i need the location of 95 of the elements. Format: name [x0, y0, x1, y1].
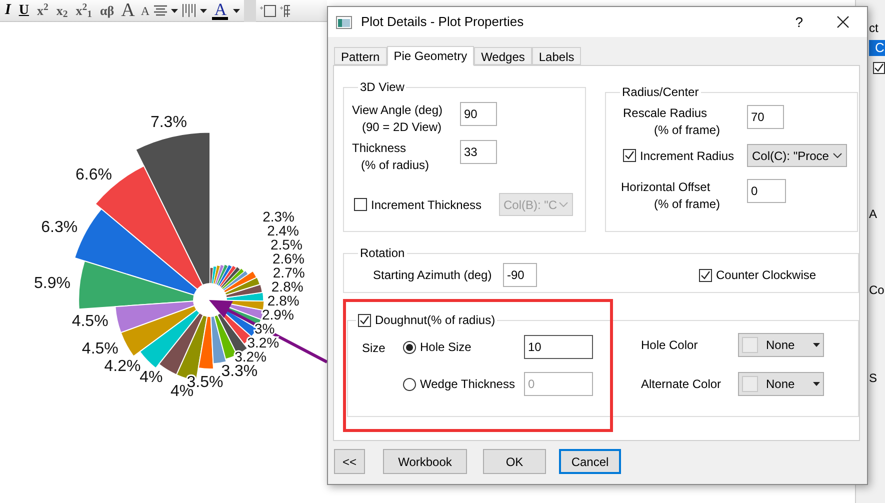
frame-icon[interactable]	[260, 4, 276, 18]
percent-label: 6.6%	[76, 166, 112, 184]
color-swatch	[742, 337, 758, 353]
checkbox-label: Counter Clockwise	[716, 267, 816, 284]
percent-label: 5.9%	[34, 274, 70, 292]
group-label: 3D View	[359, 79, 406, 96]
field-label: Starting Azimuth (deg)	[373, 267, 493, 284]
percent-label: 3.2%	[234, 348, 267, 365]
percent-label: 2.8%	[267, 292, 300, 309]
dialog-button[interactable]: Cancel	[559, 449, 621, 474]
input-field[interactable]: 10	[524, 335, 593, 359]
align-icon[interactable]	[154, 4, 168, 16]
field-label: View Angle (deg)	[352, 102, 444, 119]
panel-label: ct	[869, 22, 878, 34]
tab[interactable]: Labels	[532, 47, 582, 65]
grow-font-button[interactable]: A	[120, 1, 136, 20]
percent-label: 3.3%	[221, 363, 258, 380]
field-sublabel: (90 = 2D View)	[361, 119, 442, 136]
panel-label: Co	[869, 284, 884, 296]
group-label: Rotation	[359, 245, 406, 262]
field-label: Horizontal Offset	[621, 179, 712, 196]
app-icon	[336, 16, 352, 28]
percent-label: 4%	[140, 368, 163, 386]
percent-label: 2.7%	[272, 264, 305, 281]
panel-label: S	[869, 372, 878, 384]
window-title: Plot Details - Plot Properties	[361, 13, 524, 32]
percent-label: 4.5%	[82, 340, 118, 358]
dropdown-caret-icon[interactable]	[171, 8, 178, 12]
font-color-button[interactable]: A	[211, 2, 230, 20]
percent-label: 2.6%	[272, 250, 304, 267]
dialog-button[interactable]: <<	[334, 449, 365, 474]
input-field[interactable]: 0	[747, 179, 786, 203]
percent-label: 2.5%	[270, 236, 302, 253]
checkbox[interactable]	[354, 198, 367, 211]
percent-label: 4.2%	[104, 358, 141, 375]
chevron-down-icon	[833, 153, 842, 158]
radio-label: Wedge Thickness	[420, 376, 515, 393]
field-label: Alternate Color	[641, 376, 722, 393]
percent-label: 4.5%	[72, 312, 108, 330]
shrink-font-button[interactable]: A	[140, 4, 150, 16]
dialog-button[interactable]: OK	[483, 449, 546, 474]
tab[interactable]: Pie Geometry	[386, 46, 474, 66]
group-label: Radius/Center	[621, 84, 700, 101]
help-button[interactable]: ?	[795, 12, 803, 32]
radio-button[interactable]	[403, 340, 416, 354]
table-icon[interactable]	[280, 4, 290, 18]
field-sublabel: (% of frame)	[653, 122, 722, 139]
panel-row[interactable]: C	[869, 40, 885, 56]
field-label: Thickness	[352, 140, 408, 157]
radio-button[interactable]	[403, 378, 416, 390]
tab[interactable]: Wedges	[474, 47, 532, 65]
radio-label: Hole Size	[420, 339, 472, 356]
dropdown[interactable]: Col(C): "Proce	[747, 144, 847, 167]
panel-label: A	[869, 208, 878, 220]
columns-icon[interactable]	[182, 4, 196, 17]
tab[interactable]: Pattern	[334, 47, 387, 65]
checkbox[interactable]	[873, 62, 885, 74]
color-dropdown[interactable]: None	[738, 372, 824, 396]
input-field[interactable]: 33	[460, 140, 497, 164]
subscript-button[interactable]: x$_{2}$	[54, 4, 70, 17]
percent-label: 2.8%	[271, 278, 304, 295]
input-field[interactable]: 70	[747, 105, 784, 129]
close-icon[interactable]	[837, 16, 849, 28]
percent-label: 7.3%	[150, 114, 187, 132]
checkbox[interactable]	[623, 149, 636, 162]
percent-label: 2.3%	[262, 208, 295, 225]
field-label: Rescale Radius	[623, 105, 708, 122]
percent-label: 6.3%	[41, 219, 78, 236]
field-sublabel: (% of frame)	[653, 196, 722, 213]
checkbox[interactable]	[699, 268, 712, 282]
dialog-button[interactable]: Workbook	[383, 449, 467, 474]
field-label: Hole Color	[641, 337, 699, 354]
percent-label: 3.2%	[247, 334, 280, 351]
percent-label: 2.4%	[267, 222, 300, 239]
checkbox-label: Increment Radius	[640, 148, 734, 164]
superscript-button[interactable]: x$^{2}$	[34, 4, 50, 17]
greek-button[interactable]: αβ	[98, 4, 116, 17]
field-sublabel: (% of radius)	[360, 157, 430, 174]
input-field[interactable]: 90	[460, 102, 497, 126]
percent-label: 2.9%	[262, 306, 294, 323]
input-field[interactable]: -90	[503, 263, 537, 287]
checkbox-label: Doughnut(% of radius)	[375, 312, 496, 329]
color-dropdown[interactable]: None	[738, 333, 824, 357]
checkbox-label: Increment Thickness	[371, 196, 482, 214]
dropdown-caret-icon[interactable]	[200, 8, 208, 12]
dropdown-caret-icon[interactable]	[233, 8, 240, 12]
scroll-strip	[244, 0, 256, 22]
italic-button[interactable]: I	[3, 3, 13, 18]
chevron-down-icon	[558, 202, 568, 207]
field-label: Size	[362, 340, 386, 357]
color-swatch	[742, 376, 758, 392]
checkbox[interactable]	[358, 314, 371, 326]
caret-icon	[813, 382, 820, 386]
underline-button[interactable]: U	[16, 4, 31, 18]
caret-icon	[813, 343, 820, 347]
